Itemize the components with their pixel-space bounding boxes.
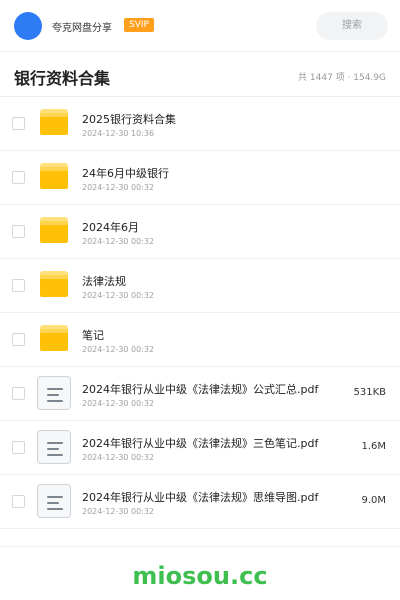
select-checkbox[interactable] <box>12 117 25 130</box>
footer-divider <box>0 546 400 547</box>
file-size: 1.6M <box>361 441 386 452</box>
file-date: 2024-12-30 00:32 <box>82 345 155 354</box>
sharer-name: 夸克网盘分享 <box>52 23 112 34</box>
file-date: 2024-12-30 00:32 <box>82 453 155 462</box>
folder-icon <box>40 109 68 135</box>
svip-badge: SVIP <box>124 18 154 32</box>
file-name: 2024年银行从业中级《法律法规》公式汇总.pdf <box>82 383 319 396</box>
file-date: 2024-12-30 00:32 <box>82 237 155 246</box>
list-item[interactable]: 2024年6月 2024-12-30 00:32 <box>0 205 400 259</box>
document-icon <box>37 430 71 464</box>
file-name: 2024年6月 <box>82 221 139 234</box>
top-bar: 夸克网盘分享 SVIP 搜索 <box>0 0 400 52</box>
folder-icon <box>40 163 68 189</box>
folder-icon <box>40 217 68 243</box>
select-checkbox[interactable] <box>12 387 25 400</box>
list-item[interactable]: 2025银行资料合集 2024-12-30 10:36 <box>0 97 400 151</box>
select-checkbox[interactable] <box>12 495 25 508</box>
list-item[interactable]: 2024年银行从业中级《法律法规》三色笔记.pdf 2024-12-30 00:… <box>0 421 400 475</box>
list-item[interactable]: 24年6月中级银行 2024-12-30 00:32 <box>0 151 400 205</box>
file-date: 2024-12-30 00:32 <box>82 183 155 192</box>
title-bar: 银行资料合集 共 1447 项 · 154.9G <box>0 53 400 97</box>
select-checkbox[interactable] <box>12 441 25 454</box>
list-item[interactable]: 笔记 2024-12-30 00:32 <box>0 313 400 367</box>
avatar[interactable] <box>14 12 42 40</box>
document-icon <box>37 484 71 518</box>
document-icon <box>37 376 71 410</box>
file-date: 2024-12-30 00:32 <box>82 507 155 516</box>
file-size: 9.0M <box>361 495 386 506</box>
file-list: 2025银行资料合集 2024-12-30 10:36 24年6月中级银行 20… <box>0 97 400 529</box>
file-name: 2024年银行从业中级《法律法规》三色笔记.pdf <box>82 437 319 450</box>
list-item[interactable]: 2024年银行从业中级《法律法规》公式汇总.pdf 2024-12-30 00:… <box>0 367 400 421</box>
list-item[interactable]: 2024年银行从业中级《法律法规》思维导图.pdf 2024-12-30 00:… <box>0 475 400 529</box>
file-name: 24年6月中级银行 <box>82 167 169 180</box>
select-checkbox[interactable] <box>12 333 25 346</box>
page-title: 银行资料合集 <box>14 69 111 88</box>
select-checkbox[interactable] <box>12 279 25 292</box>
folder-icon <box>40 325 68 351</box>
file-date: 2024-12-30 10:36 <box>82 129 155 138</box>
file-size: 531KB <box>353 387 386 398</box>
file-name: 2025银行资料合集 <box>82 113 176 126</box>
folder-icon <box>40 271 68 297</box>
item-count-summary: 共 1447 项 · 154.9G <box>298 73 386 83</box>
file-name: 笔记 <box>82 329 104 342</box>
list-item[interactable]: 法律法规 2024-12-30 00:32 <box>0 259 400 313</box>
file-date: 2024-12-30 00:32 <box>82 291 155 300</box>
file-name: 2024年银行从业中级《法律法规》思维导图.pdf <box>82 491 319 504</box>
select-checkbox[interactable] <box>12 171 25 184</box>
search-button[interactable]: 搜索 <box>316 12 388 40</box>
file-date: 2024-12-30 00:32 <box>82 399 155 408</box>
select-checkbox[interactable] <box>12 225 25 238</box>
file-name: 法律法规 <box>82 275 126 288</box>
watermark: miosou.cc <box>132 562 268 590</box>
